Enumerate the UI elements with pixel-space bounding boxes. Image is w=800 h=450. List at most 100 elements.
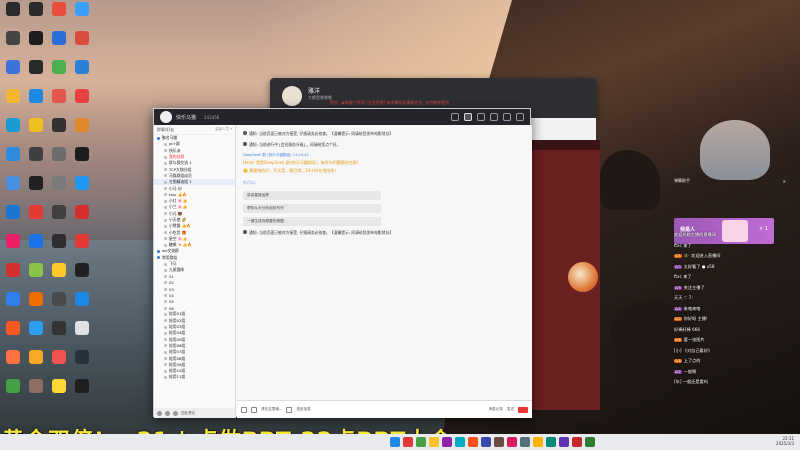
taskbar-app-icon[interactable]: [455, 437, 465, 447]
desktop-icon[interactable]: [2, 292, 24, 306]
desktop-icon[interactable]: [2, 176, 24, 190]
gift-icon[interactable]: [490, 113, 498, 121]
desktop-icon[interactable]: [2, 379, 24, 393]
avatar[interactable]: [160, 111, 172, 123]
desktop-icon[interactable]: [71, 263, 93, 277]
suggestion-pill[interactable]: 帮你从头分析如何写作: [243, 203, 381, 213]
taskbar-app-icon[interactable]: [390, 437, 400, 447]
desktop-icon[interactable]: [71, 60, 93, 74]
taskbar-app-icon[interactable]: [442, 437, 452, 447]
desktop-icon[interactable]: [71, 321, 93, 335]
desktop-icon[interactable]: [48, 292, 70, 306]
desktop-icon[interactable]: [25, 147, 47, 161]
close-icon[interactable]: ✕: [783, 179, 786, 184]
desktop-icon[interactable]: [71, 292, 93, 306]
history-button[interactable]: 消息记录: [488, 407, 502, 412]
desktop-icon[interactable]: [2, 147, 24, 161]
desktop-icon[interactable]: [25, 89, 47, 103]
live-username[interactable]: 冰·: [684, 253, 690, 259]
desktop-icon[interactable]: [2, 234, 24, 248]
desktop-icon[interactable]: [71, 147, 93, 161]
desktop-icon[interactable]: [25, 379, 47, 393]
desktop-icon[interactable]: [2, 118, 24, 132]
desktop-icon[interactable]: [2, 321, 24, 335]
home-icon[interactable]: [464, 113, 472, 121]
desktop-icon[interactable]: [48, 118, 70, 132]
settings-icon[interactable]: [477, 113, 485, 121]
desktop-icon[interactable]: [25, 2, 47, 16]
desktop-icon[interactable]: [2, 350, 24, 364]
video-icon[interactable]: [451, 113, 459, 121]
desktop-icon[interactable]: [48, 263, 70, 277]
taskbar-app-icon[interactable]: [429, 437, 439, 447]
system-tray-clock[interactable]: 22:11 2025/3/3: [776, 436, 794, 446]
desktop-icon[interactable]: [71, 350, 93, 364]
voice-label[interactable]: 语言信息: [296, 407, 310, 412]
user-icon[interactable]: [157, 410, 162, 416]
desktop-icon[interactable]: [25, 234, 47, 248]
desktop-icon[interactable]: [25, 292, 47, 306]
suggestion-pill[interactable]: 一键生成你想要的美图: [243, 216, 381, 226]
desktop-icon[interactable]: [71, 2, 93, 16]
desktop-icon[interactable]: [48, 147, 70, 161]
settings-icon[interactable]: [165, 410, 170, 416]
input-hint[interactable]: 请在这里输...: [261, 407, 282, 412]
desktop-icon[interactable]: [71, 176, 93, 190]
desktop-icon[interactable]: [48, 31, 70, 45]
send-button[interactable]: [518, 406, 528, 413]
desktop-icon[interactable]: [48, 176, 70, 190]
desktop-icon[interactable]: [48, 321, 70, 335]
desktop-icon[interactable]: [25, 350, 47, 364]
desktop-icon[interactable]: [25, 60, 47, 74]
minimize-icon[interactable]: [503, 113, 511, 121]
taskbar-app-icon[interactable]: [572, 437, 582, 447]
desktop-icon[interactable]: [2, 89, 24, 103]
folder-icon[interactable]: [173, 410, 178, 416]
desktop-icon[interactable]: [71, 379, 93, 393]
desktop-icon[interactable]: [48, 60, 70, 74]
taskbar-app-icon[interactable]: [585, 437, 595, 447]
taskbar-app-icon[interactable]: [520, 437, 530, 447]
taskbar-app-icon[interactable]: [546, 437, 556, 447]
contact-item[interactable]: 轮用11组: [154, 374, 235, 380]
avatar-icon: [164, 331, 167, 335]
desktop-icon[interactable]: [48, 379, 70, 393]
desktop-icon[interactable]: [25, 263, 47, 277]
desktop-icon[interactable]: [25, 205, 47, 219]
desktop-icon[interactable]: [71, 118, 93, 132]
suggestion-pill[interactable]: 讲讲星座运势: [243, 190, 381, 200]
image-icon[interactable]: [286, 406, 293, 413]
desktop-icon[interactable]: [25, 176, 47, 190]
desktop-icon[interactable]: [48, 350, 70, 364]
desktop-icon[interactable]: [2, 263, 24, 277]
taskbar-app-icon[interactable]: [403, 437, 413, 447]
desktop-icon[interactable]: [25, 31, 47, 45]
desktop-icon[interactable]: [71, 89, 93, 103]
attachment-icon[interactable]: [251, 406, 257, 413]
desktop-icon[interactable]: [48, 89, 70, 103]
desktop-icon[interactable]: [71, 234, 93, 248]
desktop-icon[interactable]: [71, 31, 93, 45]
taskbar-app-icon[interactable]: [507, 437, 517, 447]
taskbar-app-icon[interactable]: [533, 437, 543, 447]
desktop-icon[interactable]: [25, 118, 47, 132]
filter-dropdown[interactable]: 高级人员 ▾: [215, 127, 232, 132]
close-icon[interactable]: [516, 113, 524, 121]
desktop-icon[interactable]: [48, 234, 70, 248]
desktop-icon[interactable]: [2, 60, 24, 74]
desktop-icon[interactable]: [71, 205, 93, 219]
taskbar-app-icon[interactable]: [481, 437, 491, 447]
taskbar-app-icon[interactable]: [468, 437, 478, 447]
send-label[interactable]: 发送: [507, 407, 514, 412]
desktop-icon[interactable]: [48, 2, 70, 16]
desktop-icon[interactable]: [48, 205, 70, 219]
desktop-icon[interactable]: [2, 2, 24, 16]
taskbar-app-icon[interactable]: [559, 437, 569, 447]
main-chat-window[interactable]: 快乐马猫 241456 群聊/好友 高级人员 ▾ 聚名马猫 pt+群 快乐派 我的总群…: [153, 108, 532, 418]
desktop-icon[interactable]: [2, 31, 24, 45]
taskbar-app-icon[interactable]: [416, 437, 426, 447]
desktop-icon[interactable]: [25, 321, 47, 335]
desktop-icon[interactable]: [2, 205, 24, 219]
emoji-icon[interactable]: [241, 406, 247, 413]
taskbar-app-icon[interactable]: [494, 437, 504, 447]
